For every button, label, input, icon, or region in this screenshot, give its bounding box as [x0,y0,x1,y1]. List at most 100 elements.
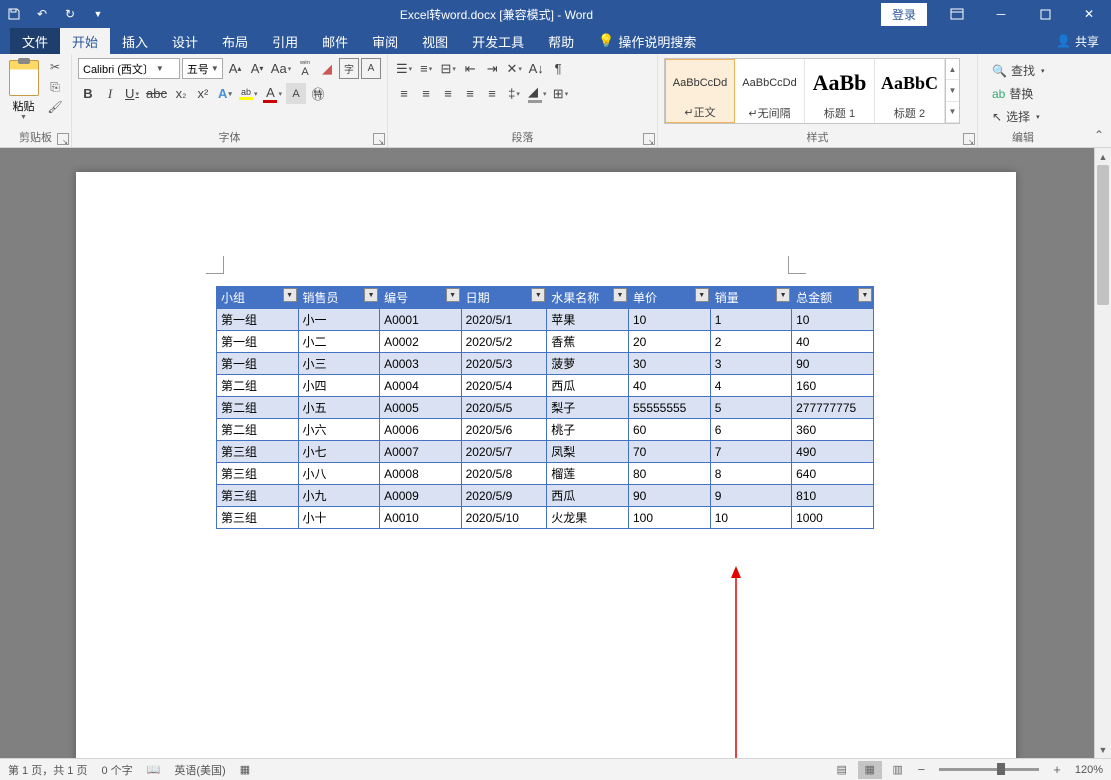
scroll-thumb[interactable] [1097,165,1109,305]
table-cell[interactable]: A0009 [380,485,462,507]
table-cell[interactable]: 5 [710,397,791,419]
font-color-icon[interactable]: A▾ [261,83,284,104]
table-cell[interactable]: 10 [628,309,710,331]
macro-icon[interactable]: ▦ [240,763,250,776]
table-cell[interactable]: A0002 [380,331,462,353]
filter-icon[interactable]: ▼ [446,288,460,302]
increase-indent-icon[interactable]: ⇥ [482,58,502,79]
bullets-icon[interactable]: ☰▾ [394,58,414,79]
table-cell[interactable]: 2020/5/2 [461,331,547,353]
format-painter-icon[interactable]: 🖌 [45,98,65,116]
table-cell[interactable]: 20 [628,331,710,353]
table-cell[interactable]: 小一 [298,309,380,331]
style-normal[interactable]: AaBbCcDd↵正文 [665,59,735,123]
print-layout-icon[interactable]: ▦ [858,761,882,779]
styles-dialog-launcher[interactable] [963,133,975,145]
paste-button[interactable]: 粘贴 ▼ [6,58,41,121]
table-cell[interactable]: 9 [710,485,791,507]
italic-button[interactable]: I [100,83,120,104]
table-cell[interactable]: 2 [710,331,791,353]
table-cell[interactable]: 第一组 [217,331,299,353]
table-cell[interactable]: 西瓜 [547,485,629,507]
maximize-icon[interactable] [1023,0,1067,28]
table-cell[interactable]: 1000 [792,507,874,529]
table-cell[interactable]: 2020/5/9 [461,485,547,507]
filter-icon[interactable]: ▼ [531,288,545,302]
tab-design[interactable]: 设计 [160,28,210,54]
table-cell[interactable]: 香蕉 [547,331,629,353]
cut-icon[interactable]: ✂ [45,58,65,76]
table-cell[interactable]: 8 [710,463,791,485]
style-heading1[interactable]: AaBb标题 1 [805,59,875,123]
table-cell[interactable]: 第二组 [217,419,299,441]
gallery-up-icon[interactable]: ▲ [946,59,959,80]
table-cell[interactable]: 小九 [298,485,380,507]
table-cell[interactable]: 第一组 [217,309,299,331]
shrink-font-icon[interactable]: A▾ [247,58,267,79]
gallery-more-icon[interactable]: ▼ [946,102,959,123]
table-cell[interactable]: 桃子 [547,419,629,441]
table-cell[interactable]: 第一组 [217,353,299,375]
table-cell[interactable]: 90 [628,485,710,507]
table-cell[interactable]: 10 [792,309,874,331]
table-cell[interactable]: 第三组 [217,507,299,529]
table-cell[interactable]: 小十 [298,507,380,529]
table-cell[interactable]: A0010 [380,507,462,529]
align-right-icon[interactable]: ≡ [438,83,458,104]
align-center-icon[interactable]: ≡ [416,83,436,104]
find-button[interactable]: 🔍查找▾ [988,60,1058,81]
tab-view[interactable]: 视图 [410,28,460,54]
minimize-icon[interactable]: ─ [979,0,1023,28]
language-status[interactable]: 英语(美国) [174,762,225,778]
tab-developer[interactable]: 开发工具 [460,28,536,54]
shading-icon[interactable]: ◢▾ [526,83,549,104]
table-cell[interactable]: 40 [792,331,874,353]
page-status[interactable]: 第 1 页，共 1 页 [8,762,87,778]
table-cell[interactable]: 菠萝 [547,353,629,375]
tab-mailings[interactable]: 邮件 [310,28,360,54]
table-cell[interactable]: A0008 [380,463,462,485]
login-button[interactable]: 登录 [881,3,927,26]
underline-button[interactable]: U▾ [122,83,142,104]
table-cell[interactable]: 第三组 [217,441,299,463]
table-cell[interactable]: 小六 [298,419,380,441]
tab-file[interactable]: 文件 [10,28,60,54]
table-cell[interactable]: A0005 [380,397,462,419]
zoom-slider[interactable] [939,768,1039,771]
ribbon-options-icon[interactable] [935,0,979,28]
table-cell[interactable]: 4 [710,375,791,397]
table-cell[interactable]: 2020/5/8 [461,463,547,485]
zoom-out-button[interactable]: − [914,762,930,777]
document-area[interactable]: 小组▼销售员▼编号▼日期▼水果名称▼单价▼销量▼总金额▼ 第一组小一A00012… [0,148,1094,758]
table-cell[interactable]: 小五 [298,397,380,419]
filter-icon[interactable]: ▼ [364,288,378,302]
filter-icon[interactable]: ▼ [695,288,709,302]
table-cell[interactable]: 西瓜 [547,375,629,397]
numbering-icon[interactable]: ≡▾ [416,58,436,79]
table-cell[interactable]: 360 [792,419,874,441]
table-cell[interactable]: 第三组 [217,485,299,507]
strike-button[interactable]: abc [144,83,169,104]
table-cell[interactable]: 2020/5/4 [461,375,547,397]
table-cell[interactable]: 2020/5/3 [461,353,547,375]
font-name-combo[interactable]: Calibri (西文〕▼ [78,58,180,79]
table-cell[interactable]: 490 [792,441,874,463]
table-cell[interactable]: A0001 [380,309,462,331]
table-cell[interactable]: 1 [710,309,791,331]
filter-icon[interactable]: ▼ [613,288,627,302]
table-cell[interactable]: 第三组 [217,463,299,485]
table-cell[interactable]: 2020/5/10 [461,507,547,529]
table-cell[interactable]: 810 [792,485,874,507]
table-cell[interactable]: 160 [792,375,874,397]
highlight-icon[interactable]: ab▾ [237,83,260,104]
table-cell[interactable]: 小二 [298,331,380,353]
table-cell[interactable]: 2020/5/6 [461,419,547,441]
table-cell[interactable]: 55555555 [628,397,710,419]
font-size-combo[interactable]: 五号▼ [182,58,223,79]
enclose-icon[interactable]: 字 [339,58,359,79]
char-shading-icon[interactable]: A [286,83,306,104]
table-cell[interactable]: A0004 [380,375,462,397]
tab-layout[interactable]: 布局 [210,28,260,54]
style-no-spacing[interactable]: AaBbCcDd↵无间隔 [735,59,805,123]
tell-me[interactable]: 💡操作说明搜索 [586,28,708,54]
